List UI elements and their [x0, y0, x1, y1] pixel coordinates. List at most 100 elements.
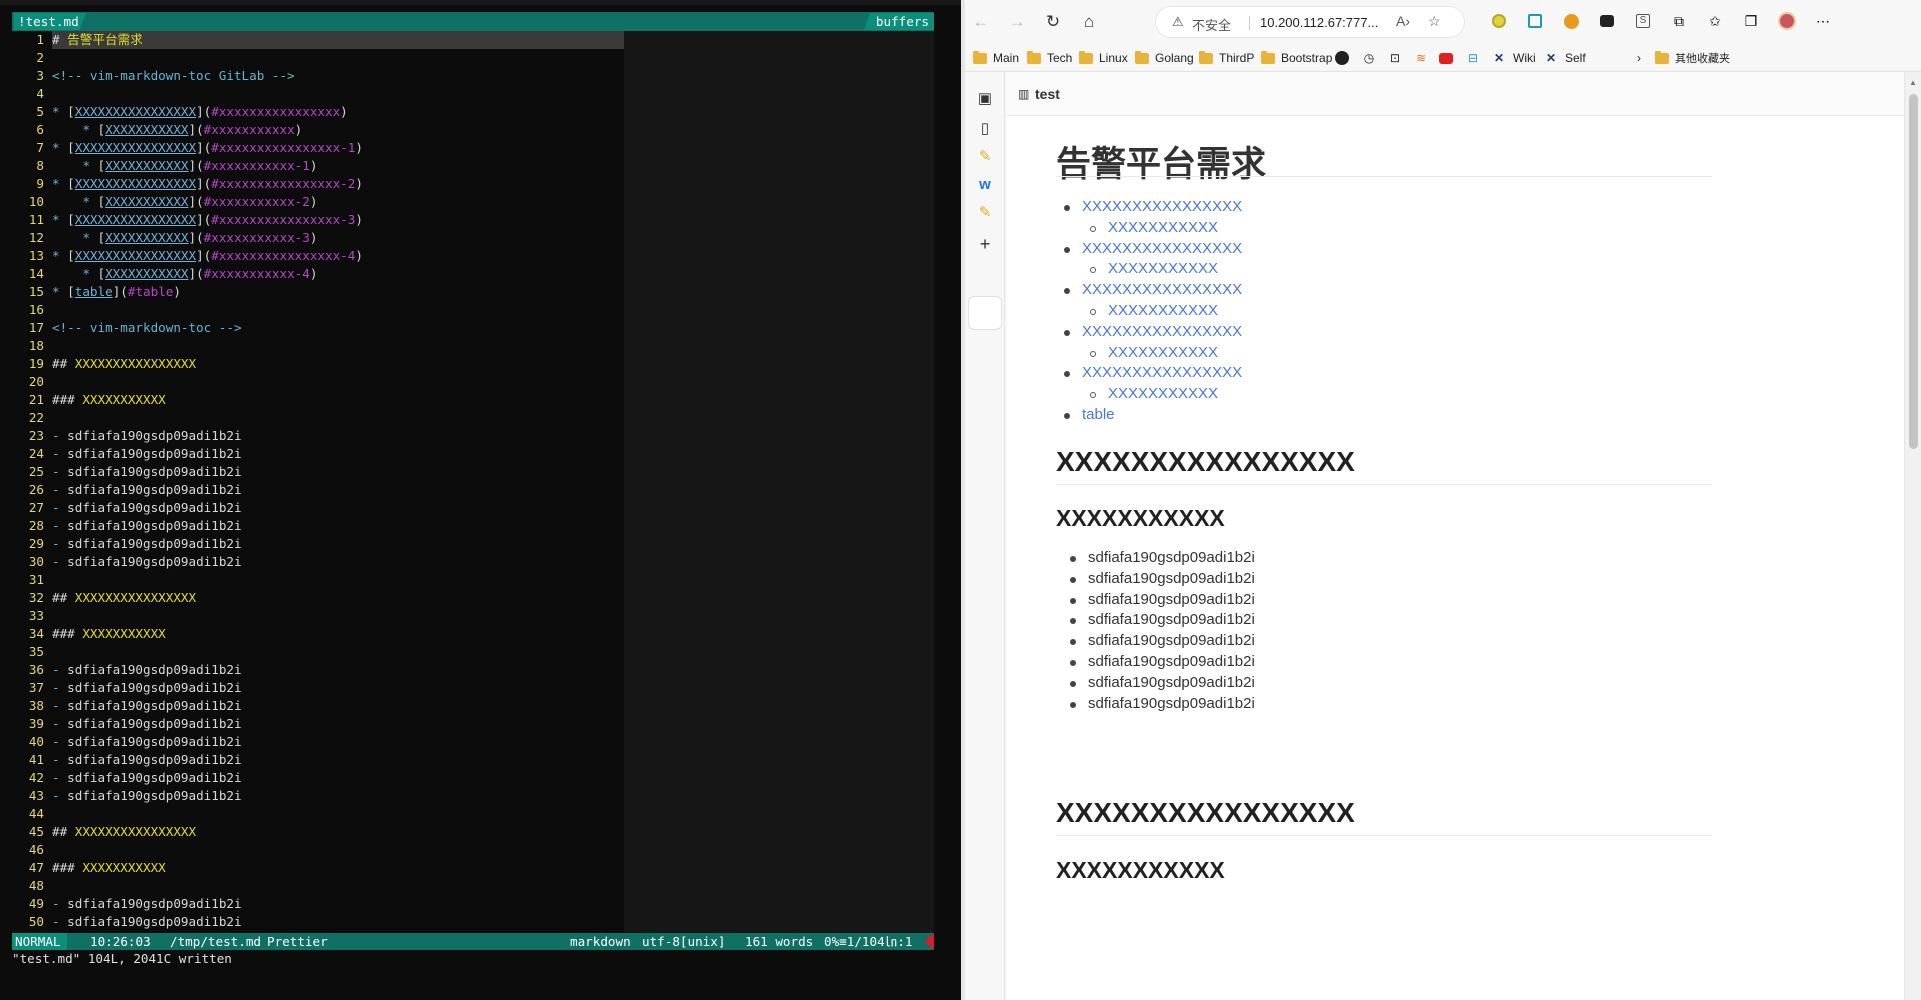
read-aloud-icon[interactable]: A› [1396, 13, 1410, 29]
extension-s-icon[interactable]: S [1633, 11, 1653, 31]
code-line[interactable]: 22 [12, 409, 624, 427]
extensions-puzzle-icon[interactable]: ⧉ [1669, 11, 1689, 31]
code-line[interactable]: 9 * [XXXXXXXXXXXXXXXX](#xxxxxxxxxxxxxxxx-… [12, 175, 624, 193]
code-line[interactable]: 10 * [XXXXXXXXXXX](#xxxxxxxxxxx-2) [12, 193, 624, 211]
active-pin-icon[interactable]: ✎ [973, 200, 997, 224]
code-line[interactable]: 21 ### XXXXXXXXXXX [12, 391, 624, 409]
bookmark-linux[interactable]: Linux [1079, 49, 1128, 67]
add-favorite-icon[interactable]: ☆ [1428, 13, 1441, 30]
collections-icon[interactable]: ❐ [1741, 11, 1761, 31]
vim-editor[interactable]: !test.md buffers 1 # 告警平台需求 2 3 <!-- vim-mar… [0, 0, 961, 1000]
code-line[interactable]: 37- sdfiafa190gsdp09adi1b2i [12, 679, 624, 697]
toc-link[interactable]: table [1064, 406, 1115, 423]
code-line[interactable]: 48 [12, 877, 624, 895]
code-line[interactable]: 14 * [XXXXXXXXXXX](#xxxxxxxxxxx-4) [12, 265, 624, 283]
code-line[interactable]: 5 * [XXXXXXXXXXXXXXXX](#xxxxxxxxxxxxxxxx) [12, 103, 624, 121]
page-scrollbar[interactable]: ▲ [1904, 72, 1921, 1000]
scrollbar-thumb[interactable] [1909, 94, 1918, 449]
extension-dark-icon[interactable] [1597, 11, 1617, 31]
w-app-icon[interactable]: w [973, 172, 997, 196]
bookmark-tech[interactable]: Tech [1027, 49, 1072, 67]
favorites-icon[interactable]: ✩ [1705, 11, 1725, 31]
code-line[interactable]: 24- sdfiafa190gsdp09adi1b2i [12, 445, 624, 463]
toc-link[interactable]: XXXXXXXXXXXXXXXX [1064, 364, 1242, 381]
bookmark-thirdp[interactable]: ThirdP [1199, 49, 1254, 67]
code-line[interactable]: 20 [12, 373, 624, 391]
code-line[interactable]: 50- sdfiafa190gsdp09adi1b2i [12, 913, 624, 931]
toc-link[interactable]: XXXXXXXXXXXXXXXX [1064, 198, 1242, 215]
toc-link[interactable]: XXXXXXXXXXXXXXXX [1064, 323, 1242, 340]
add-icon[interactable]: + [973, 232, 997, 256]
url-text[interactable]: 10.200.112.67:777... [1260, 15, 1378, 30]
code-line[interactable]: 28- sdfiafa190gsdp09adi1b2i [12, 517, 624, 535]
vim-cmdline[interactable]: "test.md" 104L, 2041C written [12, 950, 232, 968]
code-line[interactable]: 15 * [table](#table) [12, 283, 624, 301]
code-line[interactable]: 38- sdfiafa190gsdp09adi1b2i [12, 697, 624, 715]
scroll-up-icon[interactable]: ▲ [1909, 78, 1917, 87]
toc-link[interactable]: XXXXXXXXXXX [1090, 219, 1218, 236]
code-line[interactable]: 46 [12, 841, 624, 859]
code-line[interactable]: 23- sdfiafa190gsdp09adi1b2i [12, 427, 624, 445]
code-line[interactable]: 42- sdfiafa190gsdp09adi1b2i [12, 769, 624, 787]
bookmark-clock[interactable]: ◷ [1361, 49, 1383, 67]
code-line[interactable]: 4 [12, 85, 624, 103]
code-line[interactable]: 11 * [XXXXXXXXXXXXXXXX](#xxxxxxxxxxxxxxxx… [12, 211, 624, 229]
code-line[interactable]: 16 [12, 301, 624, 319]
home-icon[interactable]: ⌂ [1077, 10, 1101, 34]
extension-save-icon[interactable] [1525, 11, 1545, 31]
bookmark-youtube[interactable] [1439, 49, 1459, 67]
code-line[interactable]: 35 [12, 643, 624, 661]
code-line[interactable]: 44 [12, 805, 624, 823]
bookmark-main[interactable]: Main [973, 49, 1019, 67]
code-line[interactable]: 18 [12, 337, 624, 355]
extension-orange-icon[interactable] [1561, 11, 1581, 31]
code-line[interactable]: 1 # 告警平台需求 [12, 31, 624, 49]
refresh-icon[interactable]: ↻ [1041, 10, 1065, 34]
code-line[interactable]: 17 <!-- vim-markdown-toc --> [12, 319, 624, 337]
code-line[interactable]: 27- sdfiafa190gsdp09adi1b2i [12, 499, 624, 517]
bookmark-bilibili[interactable]: ⊟ [1465, 49, 1487, 67]
code-line[interactable]: 40- sdfiafa190gsdp09adi1b2i [12, 733, 624, 751]
tab-actions-icon[interactable]: ▣ [973, 86, 997, 110]
bookmark-wiki[interactable]: ✕ Wiki [1491, 49, 1536, 67]
security-label[interactable]: 不安全 [1192, 15, 1231, 34]
back-icon[interactable]: ← [969, 10, 993, 34]
code-line[interactable]: 29- sdfiafa190gsdp09adi1b2i [12, 535, 624, 553]
code-line[interactable]: 33 [12, 607, 624, 625]
bookmark-self[interactable]: ✕ Self [1543, 49, 1586, 67]
code-line[interactable]: 30- sdfiafa190gsdp09adi1b2i [12, 553, 624, 571]
code-line[interactable]: 3 <!-- vim-markdown-toc GitLab --> [12, 67, 624, 85]
profile-avatar-icon[interactable] [1777, 11, 1797, 31]
code-line[interactable]: 49- sdfiafa190gsdp09adi1b2i [12, 895, 624, 913]
toc-link[interactable]: XXXXXXXXXXXXXXXX [1064, 281, 1242, 298]
code-line[interactable]: 26- sdfiafa190gsdp09adi1b2i [12, 481, 624, 499]
toc-link[interactable]: XXXXXXXXXXX [1090, 260, 1218, 277]
bookmark-pin-icon[interactable]: ✎ [973, 144, 997, 168]
code-line[interactable]: 13 * [XXXXXXXXXXXXXXXX](#xxxxxxxxxxxxxxxx… [12, 247, 624, 265]
address-bar[interactable]: ⚠ 不安全 10.200.112.67:777... A› ☆ [1155, 6, 1465, 38]
bookmark-golang[interactable]: Golang [1135, 49, 1194, 67]
code-line[interactable]: 41- sdfiafa190gsdp09adi1b2i [12, 751, 624, 769]
page-icon[interactable]: ▯ [973, 116, 997, 140]
tab-test-md[interactable]: !test.md [14, 13, 86, 30]
extension-yellow-circle-icon[interactable] [1489, 11, 1509, 31]
buffers-label[interactable]: buffers [863, 13, 934, 30]
bookmark-arrow[interactable]: ⊡ [1387, 49, 1409, 67]
bookmarks-overflow-chevron-icon[interactable]: › [1637, 49, 1641, 67]
code-line[interactable]: 8 * [XXXXXXXXXXX](#xxxxxxxxxxx-1) [12, 157, 624, 175]
code-line[interactable]: 6 * [XXXXXXXXXXX](#xxxxxxxxxxx) [12, 121, 624, 139]
bookmark-other-favorites[interactable]: 其他收藏夹 [1655, 49, 1730, 67]
code-line[interactable]: 47 ### XXXXXXXXXXX [12, 859, 624, 877]
code-line[interactable]: 34 ### XXXXXXXXXXX [12, 625, 624, 643]
code-line[interactable]: 19 ## XXXXXXXXXXXXXXXX [12, 355, 624, 373]
more-menu-icon[interactable]: ⋯ [1813, 11, 1833, 31]
code-line[interactable]: 45 ## XXXXXXXXXXXXXXXX [12, 823, 624, 841]
toc-link[interactable]: XXXXXXXXXXX [1090, 302, 1218, 319]
code-line[interactable]: 32 ## XXXXXXXXXXXXXXXX [12, 589, 624, 607]
code-line[interactable]: 31 [12, 571, 624, 589]
toc-link[interactable]: XXXXXXXXXXX [1090, 385, 1218, 402]
code-line[interactable]: 25- sdfiafa190gsdp09adi1b2i [12, 463, 624, 481]
bookmark-bootstrap[interactable]: Bootstrap [1261, 49, 1332, 67]
page-viewport[interactable]: ▥ test 告警平台需求 XXXXXXXXXXXXXXXX XXXXXXXXXX… [1007, 72, 1904, 1000]
forward-icon[interactable]: → [1005, 10, 1029, 34]
